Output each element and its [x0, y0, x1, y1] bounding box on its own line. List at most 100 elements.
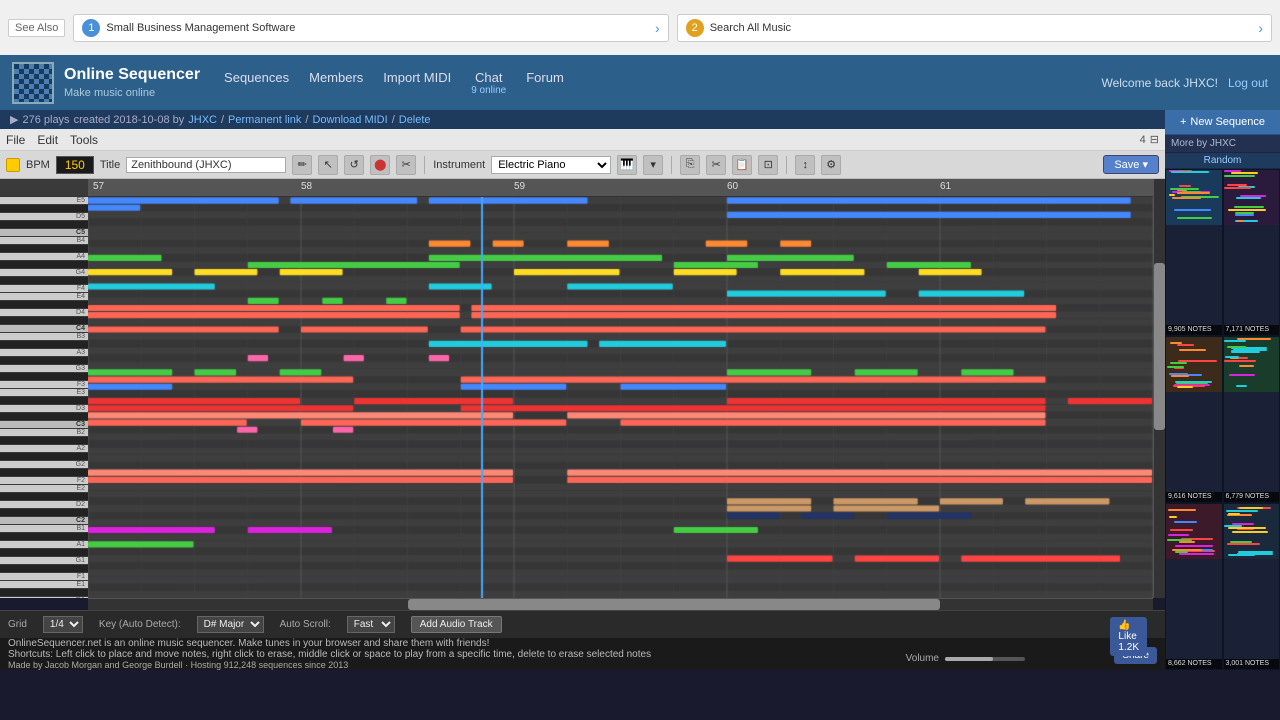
piano-key-C4[interactable]: C4 [0, 325, 88, 333]
nav-chat[interactable]: Chat [475, 70, 502, 85]
key-select[interactable]: D# Major C Major [197, 616, 264, 633]
piano-key-A3[interactable]: A3 [0, 349, 88, 357]
copy-btn[interactable]: ⎘ [680, 155, 700, 175]
facebook-like-button[interactable]: 👍 Like 1.2K [1110, 617, 1147, 656]
piano-key-B4[interactable]: B4 [0, 237, 88, 245]
grid-scroll-area[interactable]: 57 58 59 60 61 [88, 179, 1153, 598]
piano-key-D#2[interactable] [0, 493, 88, 501]
thumbnail-1[interactable]: 7,171 NOTES [1223, 169, 1280, 336]
piano-key-G4[interactable]: G4 [0, 269, 88, 277]
piano-key-E3[interactable]: E3 [0, 389, 88, 397]
piano-key-A#4[interactable] [0, 245, 88, 253]
v-scroll-thumb[interactable] [1154, 263, 1165, 431]
bpm-input[interactable] [56, 156, 94, 174]
vertical-scrollbar[interactable] [1153, 179, 1165, 598]
piano-key-C#3[interactable] [0, 413, 88, 421]
logout-link[interactable]: Log out [1228, 76, 1268, 90]
breadcrumb-permalink[interactable]: Permanent link [228, 114, 301, 126]
piano-key-A#2[interactable] [0, 437, 88, 445]
resize-btn[interactable]: ⊡ [758, 155, 778, 175]
piano-key-E4[interactable]: E4 [0, 293, 88, 301]
piano-key-F#4[interactable] [0, 277, 88, 285]
piano-key-D3[interactable]: D3 [0, 405, 88, 413]
grid-body[interactable] [88, 197, 1153, 598]
logo-area[interactable]: Online Sequencer Make music online [12, 62, 200, 104]
undo-btn[interactable]: ↺ [344, 155, 364, 175]
piano-key-F3[interactable]: F3 [0, 381, 88, 389]
settings-btn[interactable]: ⚙ [821, 155, 841, 175]
piano-key-E5[interactable]: E5 [0, 197, 88, 205]
h-scroll-thumb[interactable] [408, 599, 941, 610]
new-sequence-button[interactable]: + New Sequence [1165, 110, 1280, 135]
ad-item-1[interactable]: 1 Small Business Management Software › [73, 14, 668, 42]
pencil-btn[interactable]: ✏ [292, 155, 312, 175]
nav-forum[interactable]: Forum [526, 70, 564, 96]
instrument-btn1[interactable]: 🎹 [617, 155, 637, 175]
piano-key-F4[interactable]: F4 [0, 285, 88, 293]
menu-tools[interactable]: Tools [70, 133, 98, 147]
nav-import-midi[interactable]: Import MIDI [383, 70, 451, 96]
piano-key-E2[interactable]: E2 [0, 485, 88, 493]
thumbnail-5[interactable]: 3,001 NOTES [1223, 503, 1280, 670]
piano-key-A4[interactable]: A4 [0, 253, 88, 261]
piano-key-B2[interactable]: B2 [0, 429, 88, 437]
piano-key-G3[interactable]: G3 [0, 365, 88, 373]
piano-key-G#2[interactable] [0, 453, 88, 461]
thumbnail-4[interactable]: 8,662 NOTES [1165, 503, 1223, 670]
piano-key-E1[interactable]: E1 [0, 581, 88, 589]
piano-key-C#2[interactable] [0, 509, 88, 517]
piano-key-C3[interactable]: C3 [0, 421, 88, 429]
thumbnail-0[interactable]: 9,905 NOTES [1165, 169, 1223, 336]
piano-key-A1[interactable]: A1 [0, 541, 88, 549]
random-button[interactable]: Random [1165, 153, 1280, 169]
breadcrumb-author[interactable]: JHXC [188, 114, 217, 126]
note-grid-canvas[interactable] [88, 197, 1153, 598]
breadcrumb-download[interactable]: Download MIDI [312, 114, 387, 126]
horizontal-scrollbar[interactable] [88, 598, 1153, 610]
piano-key-D2[interactable]: D2 [0, 501, 88, 509]
piano-key-G1[interactable]: G1 [0, 557, 88, 565]
piano-key-G#4[interactable] [0, 261, 88, 269]
piano-key-F#3[interactable] [0, 373, 88, 381]
piano-key-F1[interactable]: F1 [0, 573, 88, 581]
piano-key-C5[interactable]: C5 [0, 229, 88, 237]
piano-key-G2[interactable]: G2 [0, 461, 88, 469]
piano-key-D#5[interactable] [0, 205, 88, 213]
piano-key-D4[interactable]: D4 [0, 309, 88, 317]
piano-key-D5[interactable]: D5 [0, 213, 88, 221]
nav-members[interactable]: Members [309, 70, 363, 96]
thumbnail-2[interactable]: 9,616 NOTES [1165, 336, 1223, 503]
piano-key-F#2[interactable] [0, 469, 88, 477]
piano-key-D#4[interactable] [0, 301, 88, 309]
select-btn[interactable]: ↖ [318, 155, 338, 175]
piano-key-A#1[interactable] [0, 533, 88, 541]
paste-btn[interactable]: 📋 [732, 155, 752, 175]
piano-key-D#1[interactable] [0, 589, 88, 597]
instrument-btn2[interactable]: ▾ [643, 155, 663, 175]
ad-item-2[interactable]: 2 Search All Music › [677, 14, 1272, 42]
breadcrumb-delete[interactable]: Delete [399, 114, 431, 126]
piano-key-G#3[interactable] [0, 357, 88, 365]
thumbnail-3[interactable]: 6,779 NOTES [1223, 336, 1280, 503]
piano-key-C#4[interactable] [0, 317, 88, 325]
redo-btn[interactable]: ⬤ [370, 155, 390, 175]
save-button[interactable]: Save ▾ [1103, 155, 1159, 174]
piano-key-F2[interactable]: F2 [0, 477, 88, 485]
piano-key-A#3[interactable] [0, 341, 88, 349]
piano-key-A2[interactable]: A2 [0, 445, 88, 453]
title-input[interactable] [126, 157, 286, 173]
menu-file[interactable]: File [6, 133, 25, 147]
add-audio-button[interactable]: Add Audio Track [411, 616, 502, 633]
menu-edit[interactable]: Edit [37, 133, 58, 147]
cut-btn[interactable]: ✂ [706, 155, 726, 175]
piano-key-C2[interactable]: C2 [0, 517, 88, 525]
piano-key-F#1[interactable] [0, 565, 88, 573]
auto-scroll-select[interactable]: Fast Slow Off [347, 616, 395, 633]
piano-key-D#3[interactable] [0, 397, 88, 405]
volume-slider[interactable] [945, 657, 1025, 661]
grid-select[interactable]: 1/4 1/8 1/2 1 [43, 616, 83, 633]
piano-key-B3[interactable]: B3 [0, 333, 88, 341]
piano-key-G#1[interactable] [0, 549, 88, 557]
erase-btn[interactable]: ✂ [396, 155, 416, 175]
piano-key-B1[interactable]: B1 [0, 525, 88, 533]
